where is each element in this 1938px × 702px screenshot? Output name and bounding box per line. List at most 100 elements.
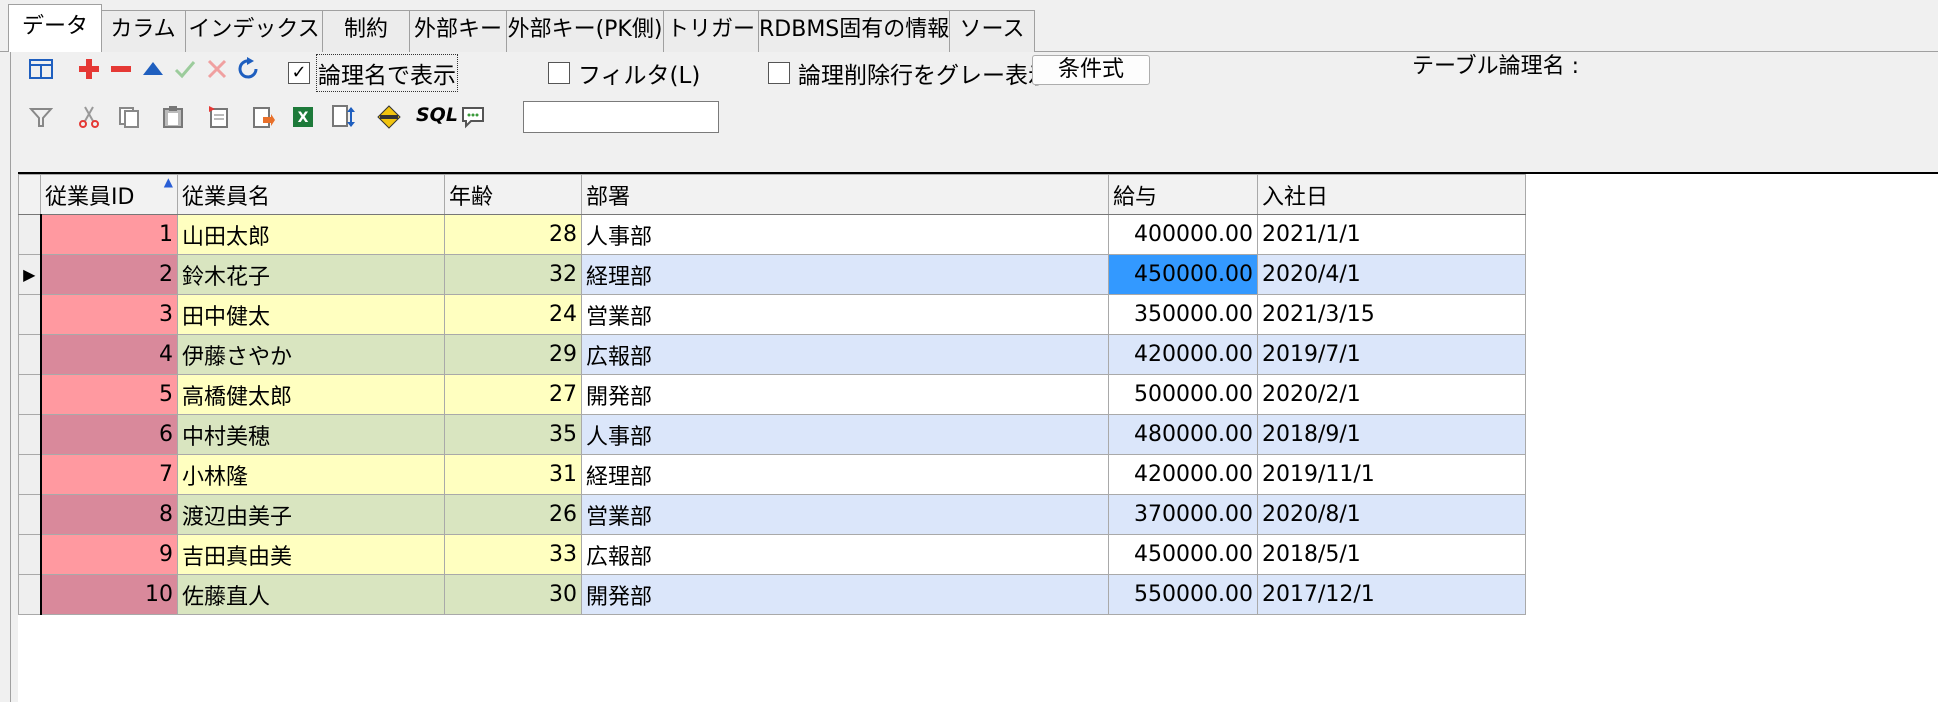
- cell-hire-date[interactable]: 2017/12/1: [1257, 574, 1526, 615]
- cell-hire-date[interactable]: 2018/9/1: [1257, 414, 1526, 455]
- cell-salary[interactable]: 480000.00: [1108, 414, 1258, 455]
- add-row-icon[interactable]: [74, 54, 104, 84]
- cell-age[interactable]: 29: [444, 334, 582, 375]
- cell-age[interactable]: 24: [444, 294, 582, 335]
- copy-icon[interactable]: [114, 102, 144, 132]
- show-logical-name-checkbox[interactable]: ✓ 論理名で表示: [288, 54, 458, 92]
- cell-salary[interactable]: 400000.00: [1108, 214, 1258, 255]
- cell-salary[interactable]: 350000.00: [1108, 294, 1258, 335]
- cell-age[interactable]: 27: [444, 374, 582, 415]
- gray-deleted-rows-checkbox[interactable]: 論理削除行をグレー表示: [768, 56, 1051, 90]
- cell-employee-id[interactable]: 10: [40, 574, 178, 615]
- cell-salary[interactable]: 370000.00: [1108, 494, 1258, 535]
- tab-constraints[interactable]: 制約: [322, 10, 410, 52]
- cell-department[interactable]: 経理部: [581, 254, 1109, 295]
- cell-employee-name[interactable]: 鈴木花子: [177, 254, 445, 295]
- tab-foreign-keys[interactable]: 外部キー: [409, 10, 507, 52]
- cell-salary[interactable]: 420000.00: [1108, 334, 1258, 375]
- cell-employee-name[interactable]: 渡辺由美子: [177, 494, 445, 535]
- cell-employee-name[interactable]: 小林隆: [177, 454, 445, 495]
- column-header-hire-date[interactable]: 入社日: [1257, 174, 1526, 215]
- cell-hire-date[interactable]: 2020/4/1: [1257, 254, 1526, 295]
- table-row[interactable]: 8 渡辺由美子 26 営業部 370000.00 2020/8/1: [18, 494, 1526, 535]
- row-header[interactable]: [18, 454, 42, 495]
- cell-department[interactable]: 広報部: [581, 334, 1109, 375]
- move-up-icon[interactable]: [138, 54, 168, 84]
- condition-button[interactable]: 条件式: [1032, 55, 1150, 85]
- cell-employee-name[interactable]: 中村美穂: [177, 414, 445, 455]
- cell-department[interactable]: 開発部: [581, 374, 1109, 415]
- cell-employee-name[interactable]: 伊藤さやか: [177, 334, 445, 375]
- cell-employee-name[interactable]: 佐藤直人: [177, 574, 445, 615]
- cancel-x-icon[interactable]: [202, 54, 232, 84]
- table-row[interactable]: 1 山田太郎 28 人事部 400000.00 2021/1/1: [18, 214, 1526, 255]
- cell-hire-date[interactable]: 2020/8/1: [1257, 494, 1526, 535]
- table-row[interactable]: 3 田中健太 24 営業部 350000.00 2021/3/15: [18, 294, 1526, 335]
- cell-employee-id[interactable]: 6: [40, 414, 178, 455]
- diff-icon[interactable]: [374, 102, 404, 132]
- cell-hire-date[interactable]: 2018/5/1: [1257, 534, 1526, 575]
- table-row[interactable]: 4 伊藤さやか 29 広報部 420000.00 2019/7/1: [18, 334, 1526, 375]
- cell-hire-date[interactable]: 2019/7/1: [1257, 334, 1526, 375]
- row-header[interactable]: [18, 374, 42, 415]
- cell-age[interactable]: 35: [444, 414, 582, 455]
- data-grid[interactable]: 従業員ID ▲ 従業員名 年齢 部署 給与 入社日 1 山田太郎 28 人事部 4…: [18, 172, 1938, 702]
- cell-employee-id[interactable]: 2: [40, 254, 178, 295]
- cell-age[interactable]: 28: [444, 214, 582, 255]
- cell-department[interactable]: 経理部: [581, 454, 1109, 495]
- cell-department[interactable]: 人事部: [581, 214, 1109, 255]
- cell-age[interactable]: 30: [444, 574, 582, 615]
- column-header-department[interactable]: 部署: [581, 174, 1109, 215]
- cell-employee-name[interactable]: 田中健太: [177, 294, 445, 335]
- column-header-age[interactable]: 年齢: [444, 174, 582, 215]
- insert-row-icon[interactable]: [204, 102, 234, 132]
- column-header-employee-id[interactable]: 従業員ID ▲: [40, 174, 178, 215]
- filter-checkbox[interactable]: フィルタ(L): [548, 56, 700, 90]
- row-header[interactable]: [18, 334, 42, 375]
- cell-salary[interactable]: 500000.00: [1108, 374, 1258, 415]
- cell-employee-id[interactable]: 4: [40, 334, 178, 375]
- current-row-marker[interactable]: ▶: [18, 254, 42, 295]
- cell-hire-date[interactable]: 2020/2/1: [1257, 374, 1526, 415]
- row-header[interactable]: [18, 574, 42, 615]
- export-icon[interactable]: [328, 102, 358, 132]
- commit-check-icon[interactable]: [170, 54, 200, 84]
- cell-salary[interactable]: 550000.00: [1108, 574, 1258, 615]
- refresh-icon[interactable]: [234, 54, 264, 84]
- cell-salary-selected[interactable]: 450000.00: [1108, 254, 1258, 295]
- table-row[interactable]: 9 吉田真由美 33 広報部 450000.00 2018/5/1: [18, 534, 1526, 575]
- tab-columns[interactable]: カラム: [100, 10, 186, 52]
- delete-row-icon[interactable]: [106, 54, 136, 84]
- table-row[interactable]: 10 佐藤直人 30 開発部 550000.00 2017/12/1: [18, 574, 1526, 615]
- row-header[interactable]: [18, 534, 42, 575]
- cell-department[interactable]: 広報部: [581, 534, 1109, 575]
- cell-department[interactable]: 人事部: [581, 414, 1109, 455]
- cell-age[interactable]: 33: [444, 534, 582, 575]
- row-header[interactable]: [18, 294, 42, 335]
- fit-columns-icon[interactable]: [26, 54, 56, 84]
- cell-salary[interactable]: 420000.00: [1108, 454, 1258, 495]
- table-row[interactable]: ▶ 2 鈴木花子 32 経理部 450000.00 2020/4/1: [18, 254, 1526, 295]
- cell-hire-date[interactable]: 2021/3/15: [1257, 294, 1526, 335]
- corner-header[interactable]: [18, 174, 41, 215]
- cell-age[interactable]: 31: [444, 454, 582, 495]
- cell-employee-name[interactable]: 山田太郎: [177, 214, 445, 255]
- cell-employee-id[interactable]: 3: [40, 294, 178, 335]
- tab-source[interactable]: ソース: [949, 10, 1035, 52]
- cell-employee-id[interactable]: 9: [40, 534, 178, 575]
- cell-employee-id[interactable]: 5: [40, 374, 178, 415]
- filter-icon[interactable]: [26, 102, 56, 132]
- cell-hire-date[interactable]: 2019/11/1: [1257, 454, 1526, 495]
- paste-icon[interactable]: [158, 102, 188, 132]
- cell-department[interactable]: 営業部: [581, 294, 1109, 335]
- table-row[interactable]: 5 高橋健太郎 27 開発部 500000.00 2020/2/1: [18, 374, 1526, 415]
- column-header-salary[interactable]: 給与: [1108, 174, 1258, 215]
- tab-rdbms-info[interactable]: RDBMS固有の情報: [758, 10, 950, 52]
- cell-employee-name[interactable]: 吉田真由美: [177, 534, 445, 575]
- cut-icon[interactable]: [74, 102, 104, 132]
- cell-age[interactable]: 26: [444, 494, 582, 535]
- import-icon[interactable]: [248, 102, 278, 132]
- row-header[interactable]: [18, 414, 42, 455]
- sql-icon[interactable]: SQL: [416, 104, 458, 126]
- cell-employee-id[interactable]: 7: [40, 454, 178, 495]
